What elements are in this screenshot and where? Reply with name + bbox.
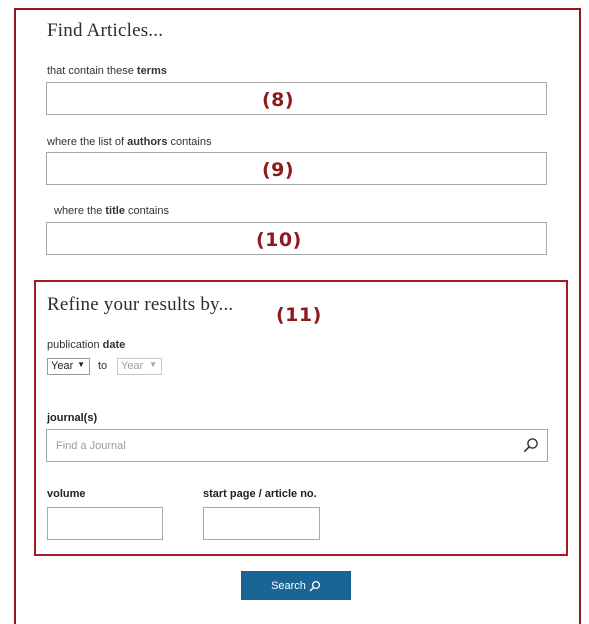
publication-date-label: publication date: [47, 339, 126, 351]
search-icon: [309, 580, 321, 592]
search-button[interactable]: Search: [241, 571, 351, 600]
annotation-9: (9): [262, 159, 295, 181]
terms-label: that contain these terms: [47, 65, 167, 77]
search-button-label: Search: [271, 579, 306, 592]
annotation-11: (11): [276, 304, 322, 326]
annotation-10: (10): [256, 229, 302, 251]
refine-heading: Refine your results by...: [47, 294, 234, 315]
authors-input[interactable]: [46, 152, 547, 185]
title-label: where the title contains: [54, 205, 169, 217]
caret-down-icon: ▼: [149, 360, 157, 369]
search-icon[interactable]: [523, 437, 539, 453]
year-to-select[interactable]: Year ▼: [117, 358, 162, 375]
volume-label: volume: [47, 488, 86, 500]
caret-down-icon: ▼: [77, 360, 85, 369]
journal-search-input[interactable]: Find a Journal: [46, 429, 548, 462]
volume-input[interactable]: [47, 507, 163, 540]
annotation-8: (8): [262, 89, 295, 111]
find-articles-heading: Find Articles...: [47, 20, 164, 41]
start-page-input[interactable]: [203, 507, 320, 540]
to-label: to: [98, 360, 108, 372]
terms-input[interactable]: [46, 82, 547, 115]
journal-label: journal(s): [47, 412, 98, 424]
year-from-select[interactable]: Year ▼: [47, 358, 90, 375]
journal-placeholder: Find a Journal: [56, 440, 126, 452]
start-page-label: start page / article no.: [203, 488, 317, 500]
authors-label: where the list of authors contains: [47, 136, 212, 148]
